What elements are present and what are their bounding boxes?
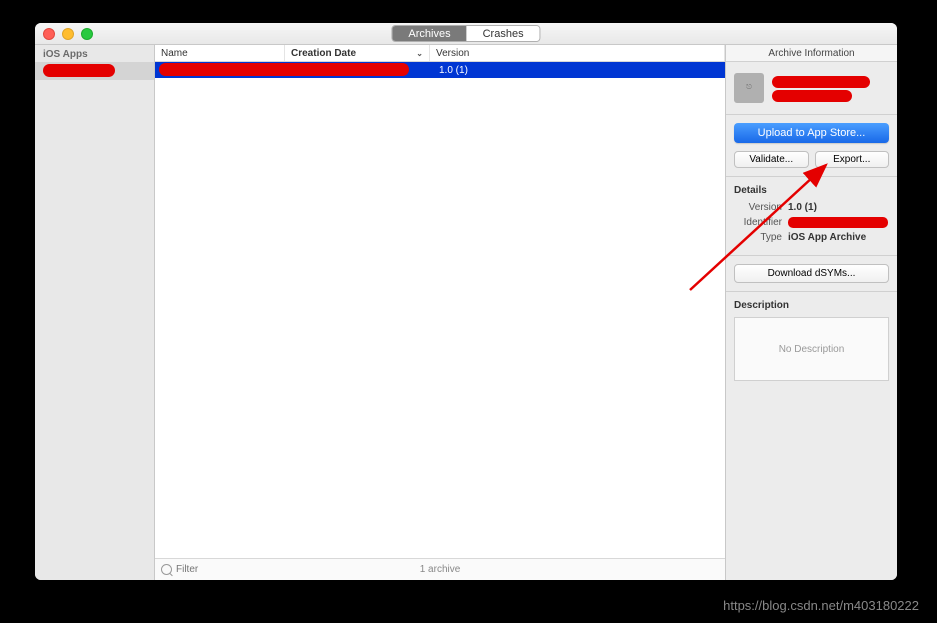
redaction: [772, 90, 852, 102]
sidebar-header: iOS Apps: [35, 45, 154, 62]
version-value: 1.0 (1): [788, 202, 817, 213]
description-box[interactable]: No Description: [734, 317, 889, 381]
filter-input[interactable]: [176, 564, 256, 575]
details-title: Details: [734, 185, 889, 196]
titlebar: Archives Crashes: [35, 23, 897, 45]
version-label: Version: [734, 202, 782, 213]
archive-info-panel: Archive Information ⎋ Upload to App Stor…: [725, 45, 897, 580]
maximize-icon[interactable]: [81, 28, 93, 40]
archive-count: 1 archive: [420, 564, 461, 575]
traffic-lights: [43, 28, 93, 40]
archive-list-panel: Name Creation Date ⌄ Version 1.0 (1) 1 a…: [155, 45, 725, 580]
table-header: Name Creation Date ⌄ Version: [155, 45, 725, 62]
table-body: 1.0 (1): [155, 62, 725, 558]
validate-button[interactable]: Validate...: [734, 151, 809, 168]
footer-bar: 1 archive: [155, 558, 725, 580]
sidebar-item-app[interactable]: [35, 62, 154, 80]
search-icon: [161, 564, 172, 575]
no-description-text: No Description: [779, 344, 845, 355]
column-date-label: Creation Date: [291, 48, 356, 59]
column-name[interactable]: Name: [155, 45, 285, 61]
redaction: [772, 76, 870, 88]
tab-crashes[interactable]: Crashes: [467, 26, 540, 41]
actions-section: Upload to App Store... Validate... Expor…: [726, 115, 897, 177]
upload-button[interactable]: Upload to App Store...: [734, 123, 889, 143]
watermark: https://blog.csdn.net/m403180222: [723, 598, 919, 613]
app-icon: ⎋: [734, 73, 764, 103]
identifier-label: Identifier: [734, 217, 782, 228]
tab-switcher: Archives Crashes: [391, 25, 540, 42]
tab-archives[interactable]: Archives: [392, 26, 466, 41]
redaction: [159, 63, 409, 76]
column-version[interactable]: Version: [430, 45, 725, 61]
table-row[interactable]: 1.0 (1): [155, 62, 725, 78]
type-value: iOS App Archive: [788, 232, 866, 243]
organizer-window: Archives Crashes iOS Apps Name Creation …: [35, 23, 897, 580]
main-area: iOS Apps Name Creation Date ⌄ Version 1.…: [35, 45, 897, 580]
column-creation-date[interactable]: Creation Date ⌄: [285, 45, 430, 61]
panel-title: Archive Information: [726, 45, 897, 62]
redaction: [43, 64, 115, 77]
export-button[interactable]: Export...: [815, 151, 890, 168]
details-section: Details Version 1.0 (1) Identifier Type …: [726, 177, 897, 256]
description-title: Description: [734, 300, 889, 311]
description-section: Description No Description: [726, 292, 897, 389]
redaction: [788, 217, 888, 228]
sidebar: iOS Apps: [35, 45, 155, 580]
dsym-section: Download dSYMs...: [726, 256, 897, 292]
chevron-down-icon: ⌄: [416, 49, 423, 58]
download-dsyms-button[interactable]: Download dSYMs...: [734, 264, 889, 283]
minimize-icon[interactable]: [62, 28, 74, 40]
row-version: 1.0 (1): [439, 65, 468, 76]
close-icon[interactable]: [43, 28, 55, 40]
app-identity-section: ⎋: [726, 62, 897, 115]
type-label: Type: [734, 232, 782, 243]
